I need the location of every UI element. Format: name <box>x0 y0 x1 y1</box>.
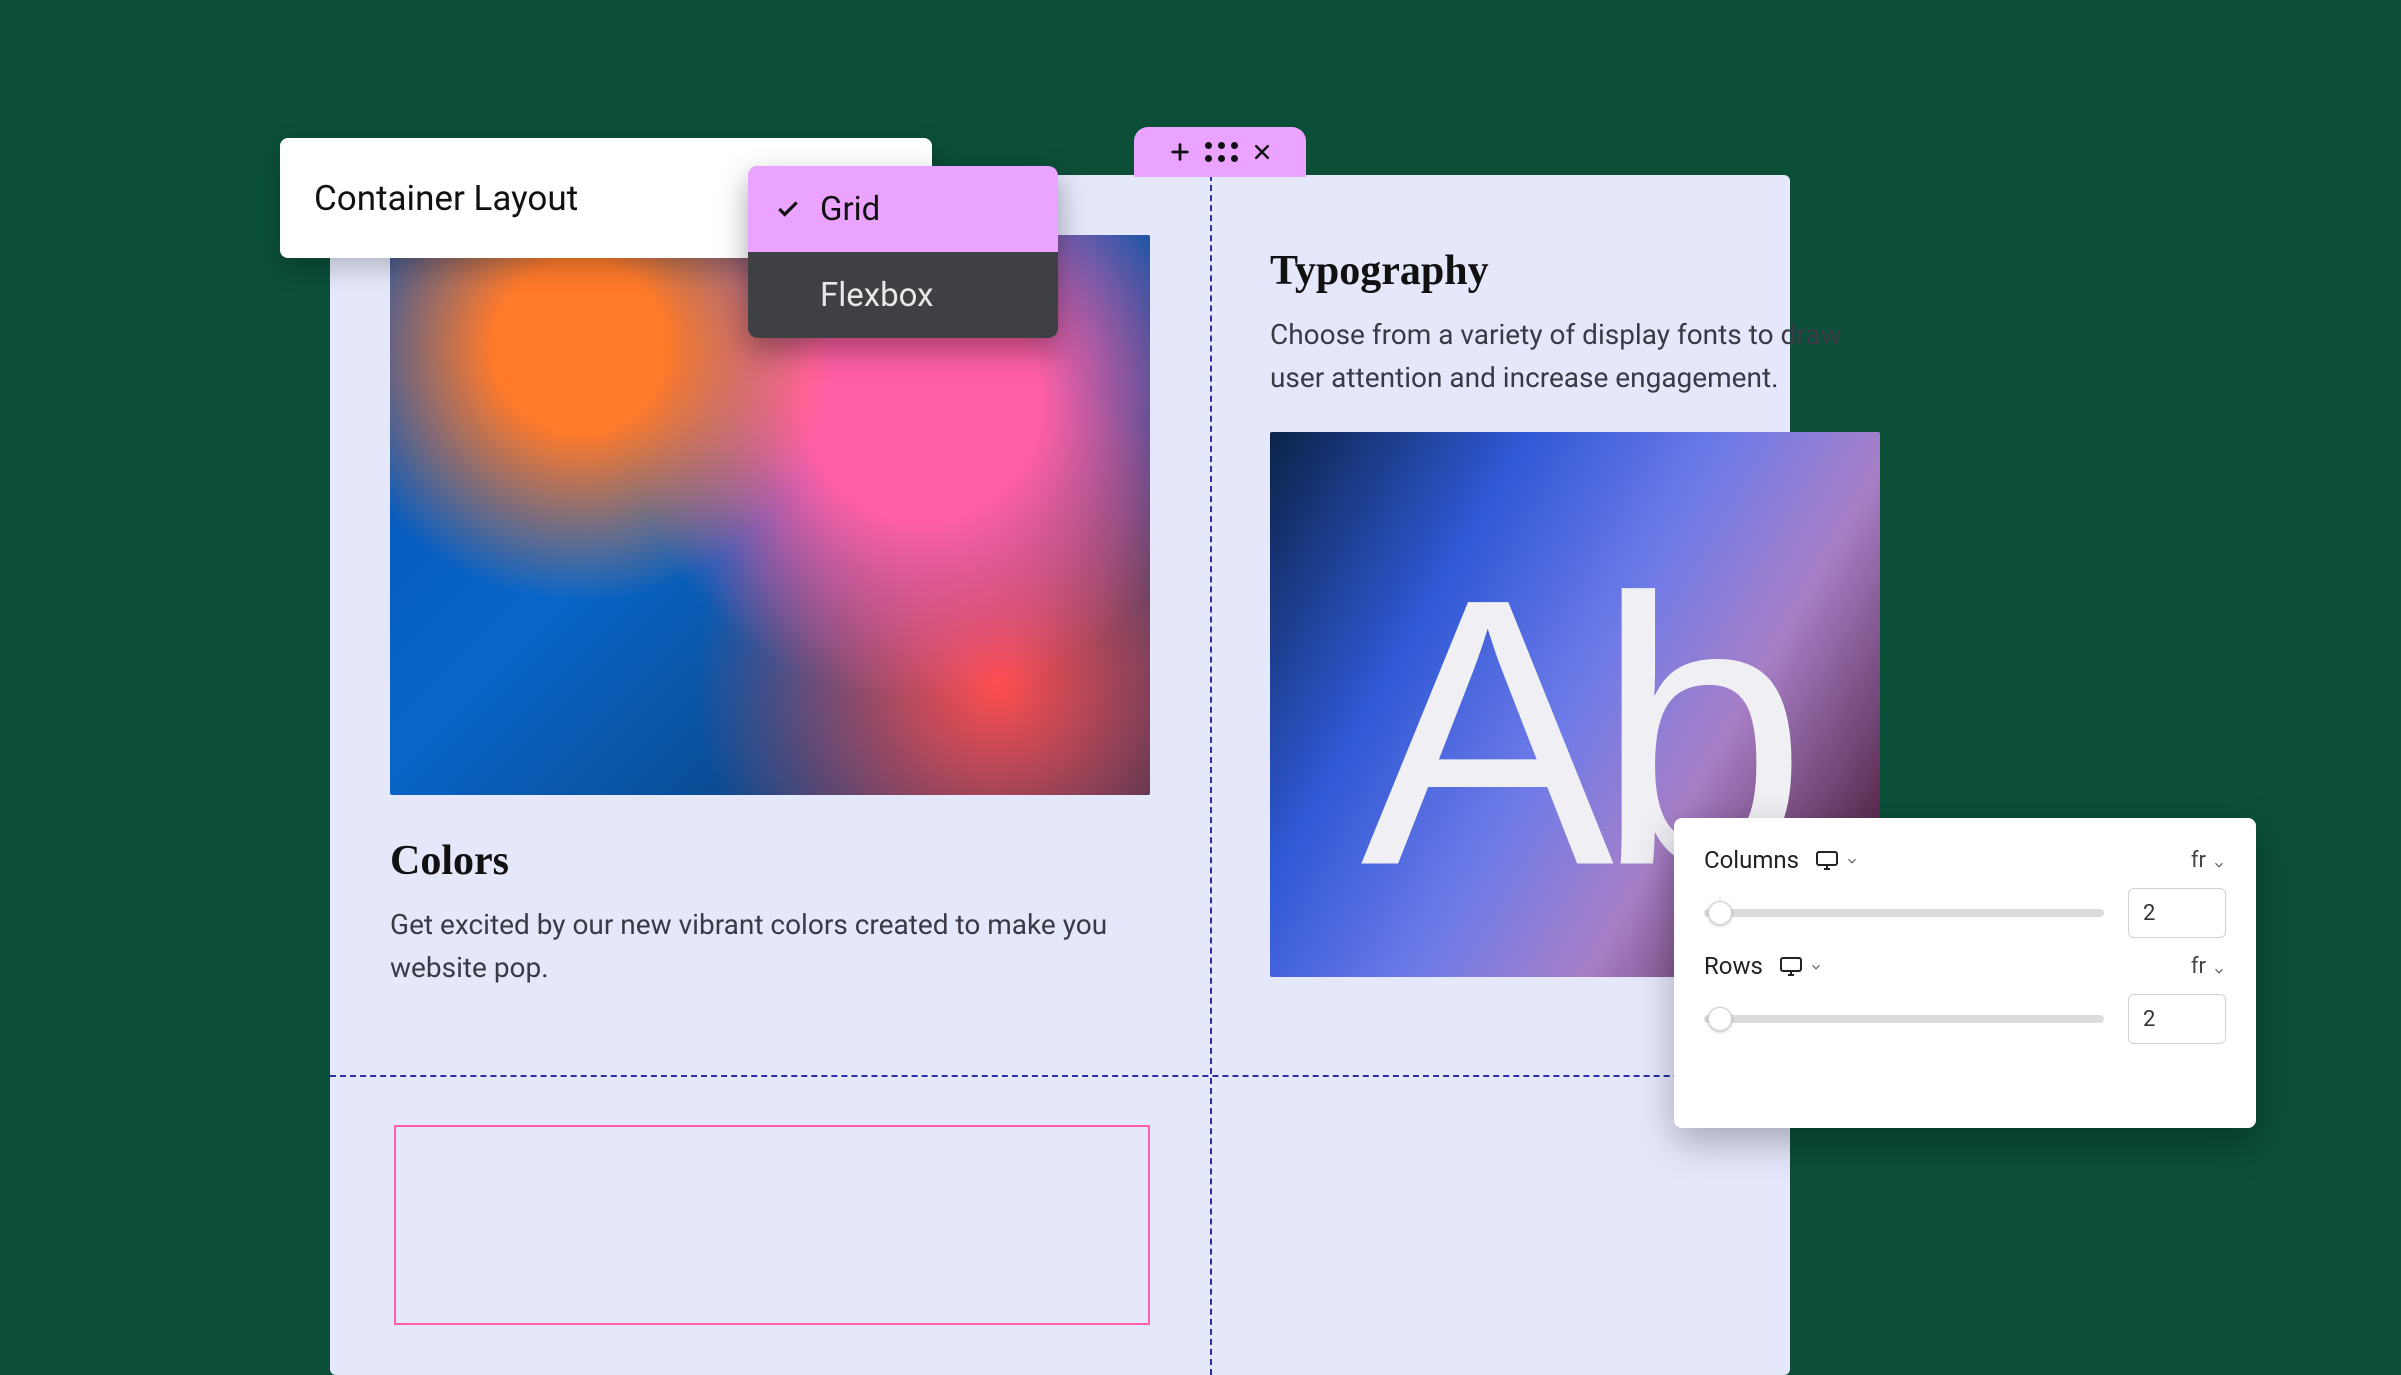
empty-cell-placeholder[interactable] <box>394 1125 1150 1325</box>
rows-unit-label: fr <box>2191 954 2206 979</box>
container-layout-label: Container Layout <box>314 178 578 219</box>
grid-vertical-divider <box>1210 175 1212 1375</box>
slider-thumb[interactable] <box>1708 901 1732 925</box>
columns-unit-label: fr <box>2191 848 2206 873</box>
rows-label: Rows <box>1704 952 1763 980</box>
slider-track <box>1704 909 2104 917</box>
columns-unit-selector[interactable]: fr <box>2191 848 2226 873</box>
layout-option-grid[interactable]: Grid <box>748 166 1058 252</box>
grid-horizontal-divider <box>330 1075 1790 1077</box>
rows-control: Rows fr 2 <box>1704 952 2226 1044</box>
close-icon[interactable] <box>1252 142 1272 162</box>
chevron-down-icon <box>2212 853 2226 867</box>
chevron-down-icon <box>1845 853 1859 867</box>
typography-body: Choose from a variety of display fonts t… <box>1270 313 1860 400</box>
slider-track <box>1704 1015 2104 1023</box>
layout-option-grid-label: Grid <box>820 190 880 229</box>
chevron-down-icon <box>2212 959 2226 973</box>
chevron-down-icon <box>1809 959 1823 973</box>
columns-slider[interactable] <box>1704 903 2104 923</box>
section-toolbar-tab[interactable] <box>1134 127 1306 177</box>
columns-value-input[interactable]: 2 <box>2128 888 2226 938</box>
rows-value: 2 <box>2143 1007 2155 1032</box>
colors-body: Get excited by our new vibrant colors cr… <box>390 903 1150 990</box>
design-canvas[interactable]: Colors Get excited by our new vibrant co… <box>330 175 1790 1375</box>
colors-title: Colors <box>390 837 1150 885</box>
slider-thumb[interactable] <box>1708 1007 1732 1031</box>
grid-controls-panel[interactable]: Columns fr 2 Rows <box>1674 818 2256 1128</box>
layout-option-flexbox[interactable]: Flexbox <box>748 252 1058 338</box>
columns-breakpoint-selector[interactable] <box>1815 850 1859 870</box>
typography-title: Typography <box>1270 247 1880 295</box>
rows-slider[interactable] <box>1704 1009 2104 1029</box>
plus-icon[interactable] <box>1169 141 1191 163</box>
rows-breakpoint-selector[interactable] <box>1779 956 1823 976</box>
columns-control: Columns fr 2 <box>1704 846 2226 938</box>
drag-handle-icon[interactable] <box>1205 142 1238 162</box>
check-icon <box>774 196 802 222</box>
columns-label: Columns <box>1704 846 1799 874</box>
rows-unit-selector[interactable]: fr <box>2191 954 2226 979</box>
container-layout-dropdown[interactable]: Grid Flexbox <box>748 166 1058 338</box>
rows-value-input[interactable]: 2 <box>2128 994 2226 1044</box>
layout-option-flexbox-label: Flexbox <box>820 276 934 315</box>
columns-value: 2 <box>2143 901 2155 926</box>
